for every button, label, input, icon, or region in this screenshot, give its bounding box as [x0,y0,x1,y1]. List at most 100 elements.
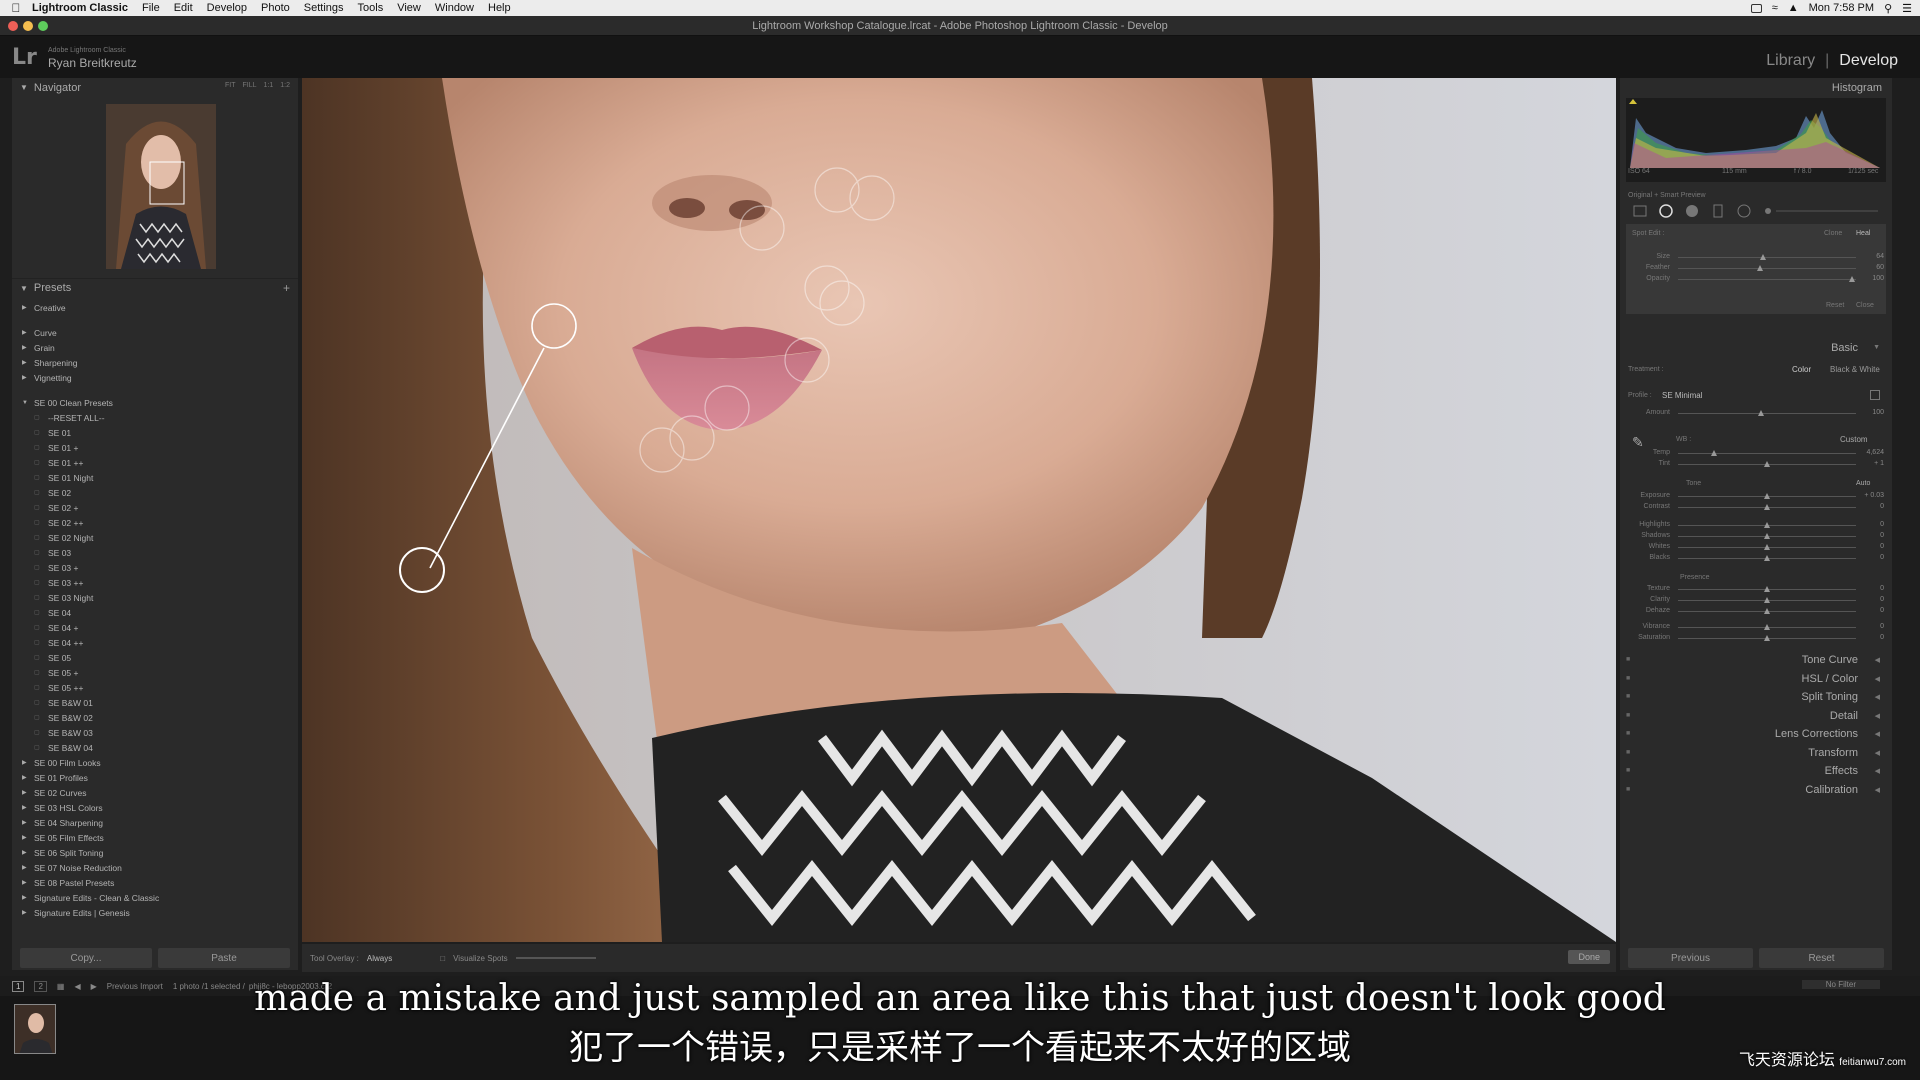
zoom-1-1[interactable]: 1:1 [264,82,274,89]
preset-item[interactable]: ▢ SE B&W 03 [22,725,292,740]
menu-app-name[interactable]: Lightroom Classic [32,2,128,14]
slider-value[interactable]: 100 [1872,409,1884,416]
panel-section-hsl-color[interactable]: HSL / Color [1802,673,1858,685]
slider-saturation[interactable]: Saturation 0 [1628,633,1884,644]
section-toggle-switch[interactable]: ■ [1626,656,1630,663]
slider-value[interactable]: 0 [1880,554,1884,561]
auto-tone-button[interactable]: Auto [1856,480,1870,487]
preset-group[interactable]: ▶ Creative [22,300,292,315]
slider-knob[interactable] [1764,504,1770,510]
slider-contrast[interactable]: Contrast 0 [1628,502,1884,513]
slider-value[interactable]: 4,624 [1866,449,1884,456]
preset-item[interactable]: ▢ SE 02 ++ [22,515,292,530]
preset-group[interactable]: ▶ SE 04 Sharpening [22,815,292,830]
preset-item[interactable]: ▢ SE 02 + [22,500,292,515]
slider-feather[interactable]: Feather 60 [1628,263,1884,274]
preset-item[interactable]: ▢ SE 01 [22,425,292,440]
preset-group[interactable]: ▶ SE 08 Pastel Presets [22,875,292,890]
reset-button[interactable]: Reset [1759,948,1884,968]
preset-item[interactable]: ▢ SE B&W 01 [22,695,292,710]
wb-select[interactable]: Custom [1840,435,1868,444]
close-window-button[interactable] [8,21,18,31]
preset-group[interactable]: ▶ Signature Edits | Genesis [22,905,292,920]
tool-overlay-select[interactable]: Always [367,954,392,963]
preset-group[interactable]: ▶ Signature Edits - Clean & Classic [22,890,292,905]
visualize-threshold-slider[interactable] [515,957,596,959]
preset-item[interactable]: ▢ SE 03 + [22,560,292,575]
preset-group[interactable]: ▶ SE 00 Film Looks [22,755,292,770]
preset-item[interactable]: ▢ SE 01 Night [22,470,292,485]
section-toggle-switch[interactable]: ■ [1626,712,1630,719]
menu-tools[interactable]: Tools [358,2,384,14]
done-button[interactable]: Done [1568,950,1610,964]
previous-button[interactable]: Previous [1628,948,1753,968]
panel-section-effects[interactable]: Effects [1825,765,1858,777]
slider-knob[interactable] [1764,544,1770,550]
apple-icon[interactable]:  [0,1,32,15]
preset-group[interactable]: ▶ Sharpening [22,355,292,370]
section-toggle-switch[interactable]: ■ [1626,786,1630,793]
copy-settings-button[interactable]: Copy... [20,948,152,968]
slider-value[interactable]: 0 [1880,543,1884,550]
slider-knob[interactable] [1760,254,1767,260]
screen-icon[interactable] [1750,3,1762,13]
panel-section-calibration[interactable]: Calibration [1805,784,1858,796]
slider-knob[interactable] [1764,586,1770,592]
slider-value[interactable]: 0 [1880,634,1884,641]
slider-knob[interactable] [1764,597,1770,603]
preset-group[interactable]: ▶ SE 07 Noise Reduction [22,860,292,875]
panel-section-detail[interactable]: Detail [1830,710,1858,722]
preset-group-open[interactable]: ▼ SE 00 Clean Presets [22,395,292,410]
wifi-icon[interactable]: ≈ [1772,2,1778,14]
slider-size[interactable]: Size 64 [1628,252,1884,263]
slider-highlights[interactable]: Highlights 0 [1628,520,1884,531]
module-develop[interactable]: Develop [1839,52,1898,70]
menu-edit[interactable]: Edit [174,2,193,14]
slider-track[interactable] [1678,257,1856,258]
heal-mode[interactable]: Heal [1856,230,1870,237]
preset-item[interactable]: ▢ SE 03 ++ [22,575,292,590]
menubar-clock[interactable]: Mon 7:58 PM [1809,2,1874,14]
slider-value[interactable]: 0 [1880,521,1884,528]
slider-blacks[interactable]: Blacks 0 [1628,553,1884,564]
preset-item[interactable]: ▢ SE 04 [22,605,292,620]
preset-item[interactable]: ▢ SE 04 + [22,620,292,635]
profile-browser-icon[interactable] [1870,390,1880,400]
slider-value[interactable]: 64 [1876,253,1884,260]
menu-help[interactable]: Help [488,2,511,14]
slider-value[interactable]: 0 [1880,503,1884,510]
preset-item[interactable]: ▢ SE B&W 02 [22,710,292,725]
panel-section-lens-corrections[interactable]: Lens Corrections [1775,728,1858,740]
slider-value[interactable]: 100 [1872,275,1884,282]
menu-view[interactable]: View [397,2,421,14]
slider-exposure[interactable]: Exposure + 0.03 [1628,491,1884,502]
slider-amount[interactable]: Amount 100 [1628,408,1884,419]
preset-item[interactable]: ▢ SE 01 ++ [22,455,292,470]
clone-mode[interactable]: Clone [1824,230,1842,237]
slider-value[interactable]: 0 [1880,532,1884,539]
slider-track[interactable] [1678,413,1856,414]
menu-file[interactable]: File [142,2,160,14]
zoom-window-button[interactable] [38,21,48,31]
preset-group[interactable]: ▶ Vignetting [22,370,292,385]
preset-item[interactable]: ▢ SE 05 + [22,665,292,680]
slider-knob[interactable] [1764,493,1770,499]
preset-group[interactable]: ▶ SE 06 Split Toning [22,845,292,860]
notification-center-icon[interactable]: ☰ [1902,2,1912,15]
slider-clarity[interactable]: Clarity 0 [1628,595,1884,606]
slider-knob[interactable] [1764,624,1770,630]
slider-knob[interactable] [1764,533,1770,539]
visualize-spots-checkbox[interactable]: □ [440,954,445,963]
slider-value[interactable]: + 1 [1874,460,1884,467]
preset-item[interactable]: ▢ --RESET ALL-- [22,410,292,425]
slider-value[interactable]: 0 [1880,623,1884,630]
slider-knob[interactable] [1764,555,1770,561]
panel-section-transform[interactable]: Transform [1808,747,1858,759]
minimize-window-button[interactable] [23,21,33,31]
menu-develop[interactable]: Develop [207,2,247,14]
preset-item[interactable]: ▢ SE 05 [22,650,292,665]
slider-value[interactable]: 60 [1876,264,1884,271]
zoom-1-2[interactable]: 1:2 [280,82,290,89]
slider-knob[interactable] [1764,608,1770,614]
slider-whites[interactable]: Whites 0 [1628,542,1884,553]
